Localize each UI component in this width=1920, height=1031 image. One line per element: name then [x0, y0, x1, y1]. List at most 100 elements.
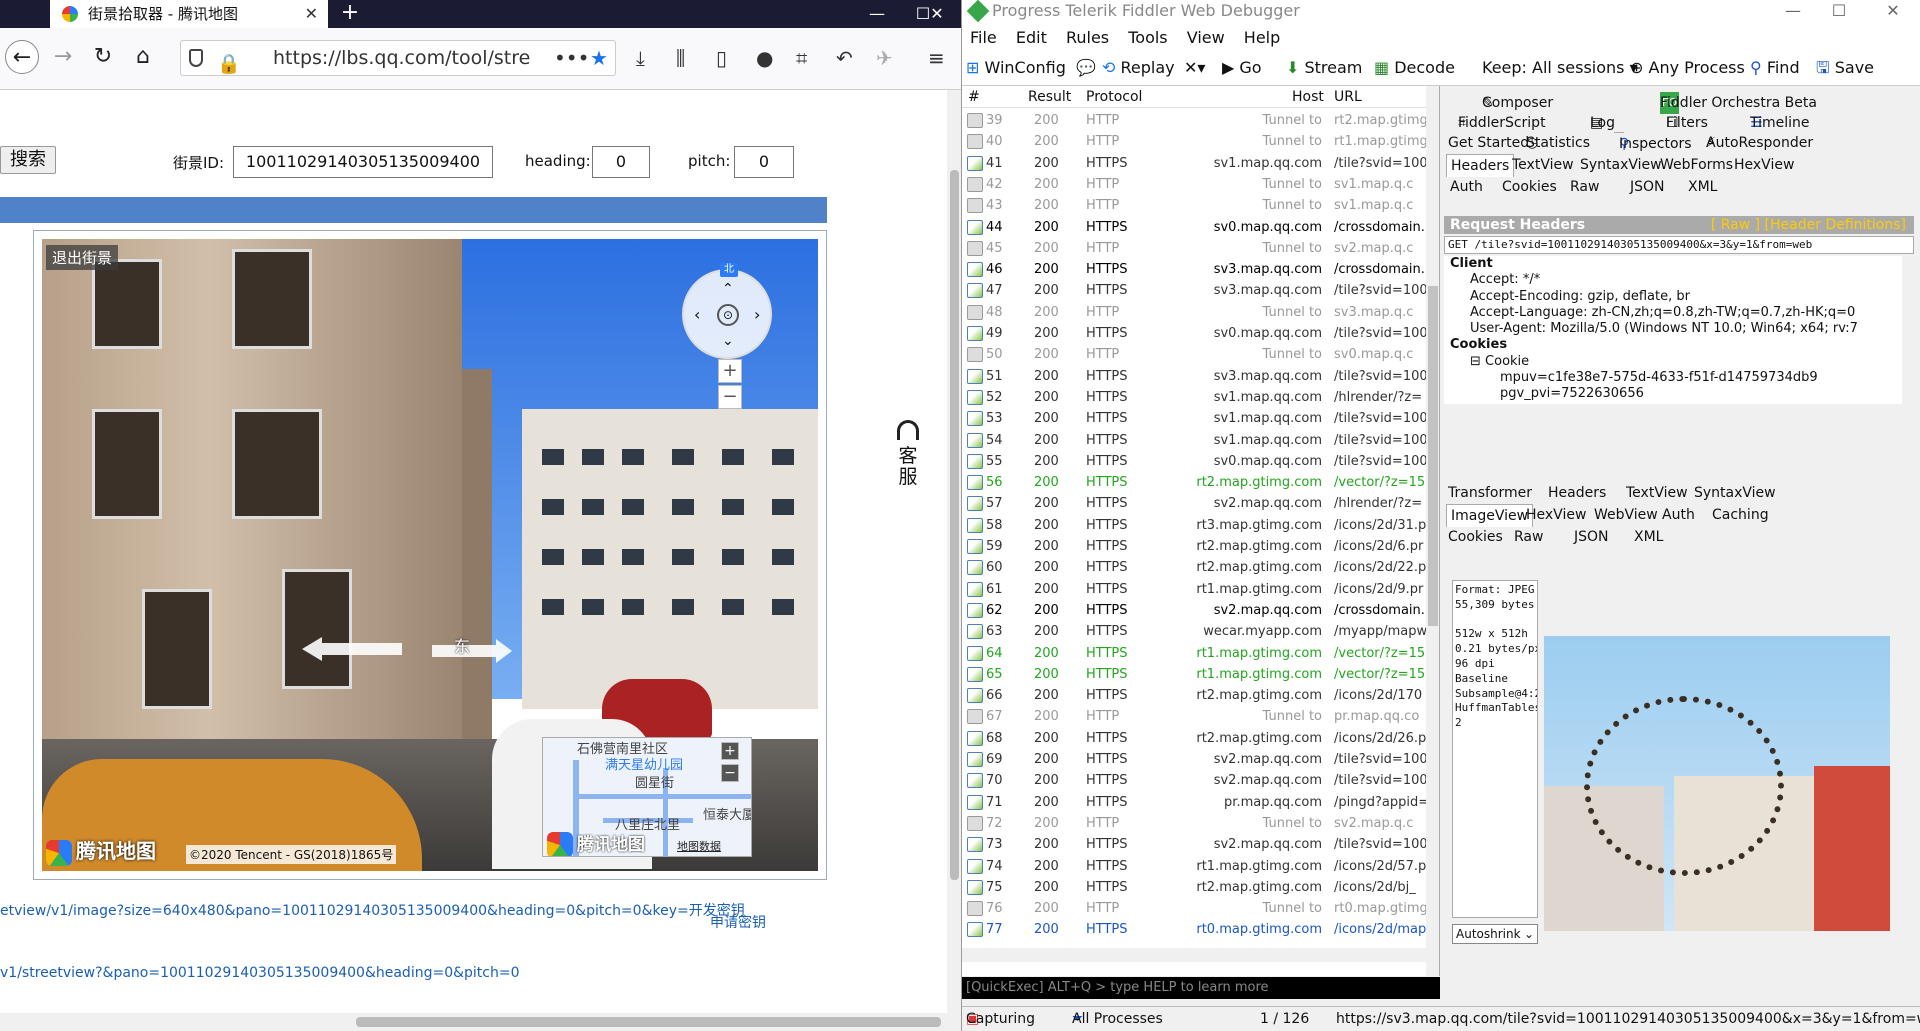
session-row[interactable]: 57 200 HTTPS sv2.map.qq.com/hlrender/?z=: [962, 493, 1426, 514]
column-url[interactable]: URL: [1334, 86, 1362, 108]
minimize-icon[interactable]: —: [854, 0, 900, 28]
column-host[interactable]: Host: [1292, 86, 1324, 108]
decode-button[interactable]: ▦ Decode: [1374, 50, 1455, 86]
maximize-icon[interactable]: ☐: [1816, 0, 1862, 26]
exit-streetview-button[interactable]: 退出街景: [46, 245, 119, 270]
resp-tab-syntaxview[interactable]: SyntaxView: [1694, 482, 1776, 504]
resp-tab-transformer[interactable]: Transformer: [1448, 482, 1532, 504]
close-tab-icon[interactable]: ✕: [305, 0, 318, 28]
map-data-link[interactable]: 地图数据: [677, 838, 721, 854]
streetview-api-link[interactable]: v1/streetview?&pano=10011029140305135009…: [0, 965, 520, 981]
resp-tab-webview[interactable]: WebView: [1594, 504, 1658, 526]
winconfig-button[interactable]: ⊞ WinConfig: [966, 50, 1066, 86]
session-row[interactable]: 74 200 HTTPS rt1.map.gtimg.com/icons/2d/57.…: [962, 856, 1426, 877]
apply-key-link[interactable]: 申请密钥: [710, 912, 766, 932]
session-row[interactable]: 45 200 HTTP Tunnel to sv2.map.q.c: [962, 238, 1426, 259]
session-row[interactable]: 47 200 HTTPS sv3.map.qq.com/tile?svid=100: [962, 280, 1426, 301]
resp-tab-hexview[interactable]: HexView: [1526, 504, 1586, 526]
session-row[interactable]: 49 200 HTTPS sv0.map.qq.com/tile?svid=100: [962, 323, 1426, 344]
header-item[interactable]: mpuv=c1fe38e7-575d-4633-f51f-d14759734db…: [1444, 370, 1902, 386]
pan-left-icon[interactable]: ‹: [694, 305, 700, 324]
column-protocol[interactable]: Protocol: [1086, 86, 1142, 108]
recenter-icon[interactable]: ⊙: [717, 304, 739, 326]
session-row[interactable]: 60 200 HTTPS rt2.map.gtimg.com/icons/2d/22.…: [962, 557, 1426, 578]
req-tab-cookies[interactable]: Cookies: [1502, 176, 1557, 198]
session-row[interactable]: 64 200 HTTPS rt1.map.gtimg.com/vector/?z=15: [962, 643, 1426, 664]
resp-tab-cookies[interactable]: Cookies: [1448, 526, 1503, 548]
browser-tab[interactable]: 街景拾取器 - 腾讯地图 ✕: [50, 0, 328, 28]
menu-help[interactable]: Help: [1244, 28, 1280, 47]
go-button[interactable]: ▶ Go: [1222, 50, 1262, 86]
req-tab-headers[interactable]: Headers: [1446, 154, 1515, 177]
pitch-input[interactable]: 0: [734, 146, 794, 178]
resp-tab-json[interactable]: JSON: [1574, 526, 1609, 548]
req-tab-auth[interactable]: Auth: [1450, 176, 1483, 198]
session-row[interactable]: 55 200 HTTPS sv0.map.qq.com/tile?svid=100: [962, 451, 1426, 472]
session-row[interactable]: 48 200 HTTP Tunnel to sv3.map.q.c: [962, 302, 1426, 323]
pan-down-icon[interactable]: ⌄: [722, 333, 734, 349]
session-row[interactable]: 69 200 HTTPS sv2.map.qq.com/tile?svid=100: [962, 749, 1426, 770]
save-button[interactable]: 🖫 Save: [1816, 50, 1874, 86]
page-horizontal-scrollbar[interactable]: [0, 1013, 947, 1031]
menu-rules[interactable]: Rules: [1066, 28, 1109, 47]
session-row[interactable]: 66 200 HTTPS rt2.map.gtimg.com/icons/2d/170: [962, 685, 1426, 706]
replay-button[interactable]: ⟲ Replay: [1102, 50, 1175, 86]
zoom-out-button[interactable]: −: [718, 385, 742, 409]
image-api-link[interactable]: etview/v1/image?size=640x480&pano=100110…: [0, 900, 745, 920]
session-row[interactable]: 68 200 HTTPS rt2.map.gtimg.com/icons/2d/26.…: [962, 728, 1426, 749]
compass-control[interactable]: 北 ⌃ ⌄ ‹ › ⊙: [682, 263, 772, 359]
tab-inspectors[interactable]: ⚲ Inspectors: [1614, 132, 1692, 152]
pan-up-icon[interactable]: ⌃: [722, 281, 734, 297]
session-row[interactable]: 67 200 HTTP Tunnel to pr.map.qq.co: [962, 706, 1426, 727]
menu-edit[interactable]: Edit: [1016, 28, 1047, 47]
minimap-zoom-out-button[interactable]: −: [721, 764, 739, 782]
session-row[interactable]: 58 200 HTTPS rt3.map.gtimg.com/icons/2d/31.…: [962, 515, 1426, 536]
session-row[interactable]: 71 200 HTTPS pr.map.qq.com/pingd?appid=: [962, 792, 1426, 813]
back-icon[interactable]: ←: [5, 40, 39, 74]
req-tab-hexview[interactable]: HexView: [1734, 154, 1794, 176]
library-icon[interactable]: ⫼: [676, 46, 685, 70]
comment-icon[interactable]: 💬: [1076, 50, 1096, 86]
session-row[interactable]: 61 200 HTTPS rt1.map.gtimg.com/icons/2d/9.p…: [962, 579, 1426, 600]
header-item[interactable]: Accept-Language: zh-CN,zh;q=0.8,zh-TW;q=…: [1444, 305, 1902, 321]
session-row[interactable]: 77 200 HTTPS rt0.map.gtimg.com/icons/2d/map: [962, 919, 1426, 941]
tree-group-cookies[interactable]: Cookies: [1444, 337, 1902, 353]
resp-tab-imageview[interactable]: ImageView: [1446, 504, 1534, 527]
heading-input[interactable]: 0: [592, 146, 650, 178]
pan-right-icon[interactable]: ›: [754, 305, 760, 324]
session-horizontal-scrollbar[interactable]: [962, 948, 1426, 962]
find-button[interactable]: ⚲ Find: [1750, 50, 1800, 86]
header-item[interactable]: pgv_pvi=7522630656: [1444, 386, 1902, 402]
forward-icon[interactable]: →: [46, 40, 80, 74]
header-item[interactable]: Accept: */*: [1444, 272, 1902, 288]
zoom-in-button[interactable]: +: [718, 359, 742, 383]
session-row[interactable]: 59 200 HTTPS rt2.map.gtimg.com/icons/2d/6.p…: [962, 536, 1426, 557]
session-list[interactable]: # Result Protocol Host URL 39 200 HTTP Tunn…: [962, 86, 1440, 976]
session-row[interactable]: 43 200 HTTP Tunnel to sv1.map.q.c: [962, 195, 1426, 216]
close-window-icon[interactable]: ✕: [1870, 0, 1916, 26]
quickexec-input[interactable]: [QuickExec] ALT+Q > type HELP to learn m…: [962, 977, 1440, 999]
session-row[interactable]: 72 200 HTTP Tunnel to sv2.map.q.c: [962, 813, 1426, 834]
req-tab-xml[interactable]: XML: [1688, 176, 1717, 198]
autoshrink-dropdown[interactable]: Autoshrink ⌄: [1452, 924, 1538, 944]
reload-icon[interactable]: ↻: [86, 40, 120, 74]
request-line[interactable]: GET /tile?svid=10011029140305135009400&x…: [1444, 236, 1914, 254]
session-row[interactable]: 62 200 HTTPS sv2.map.qq.com/crossdomain.: [962, 600, 1426, 621]
session-row[interactable]: 73 200 HTTPS sv2.map.qq.com/tile?svid=100: [962, 834, 1426, 855]
req-tab-textview[interactable]: TextView: [1512, 154, 1574, 176]
session-row[interactable]: 70 200 HTTPS sv2.map.qq.com/tile?svid=100: [962, 770, 1426, 791]
customer-service-button[interactable]: 客服: [895, 420, 921, 488]
keep-sessions-dropdown[interactable]: Keep: All sessions ▾: [1482, 50, 1638, 86]
minimap-zoom-in-button[interactable]: +: [721, 742, 739, 760]
streetview-panorama[interactable]: 退出街景 北 ⌃ ⌄ ‹ › ⊙ + − 东 石佛营南里社区 满天星幼儿园 圆星…: [42, 239, 818, 871]
session-row[interactable]: 52 200 HTTPS sv1.map.qq.com/hlrender/?z=: [962, 387, 1426, 408]
menu-icon[interactable]: ≡: [928, 46, 945, 70]
session-row[interactable]: 44 200 HTTPS sv0.map.qq.com/crossdomain.: [962, 217, 1426, 238]
menu-tools[interactable]: Tools: [1128, 28, 1167, 47]
lock-icon[interactable]: 🔒: [217, 47, 241, 75]
session-row[interactable]: 42 200 HTTP Tunnel to sv1.map.q.c: [962, 174, 1426, 195]
header-item[interactable]: ⊟ Cookie: [1444, 354, 1902, 370]
session-row[interactable]: 56 200 HTTPS rt2.map.gtimg.com/vector/?z=15: [962, 472, 1426, 493]
session-row[interactable]: 50 200 HTTP Tunnel to sv0.map.q.c: [962, 344, 1426, 365]
header-item[interactable]: User-Agent: Mozilla/5.0 (Windows NT 10.0…: [1444, 321, 1902, 337]
